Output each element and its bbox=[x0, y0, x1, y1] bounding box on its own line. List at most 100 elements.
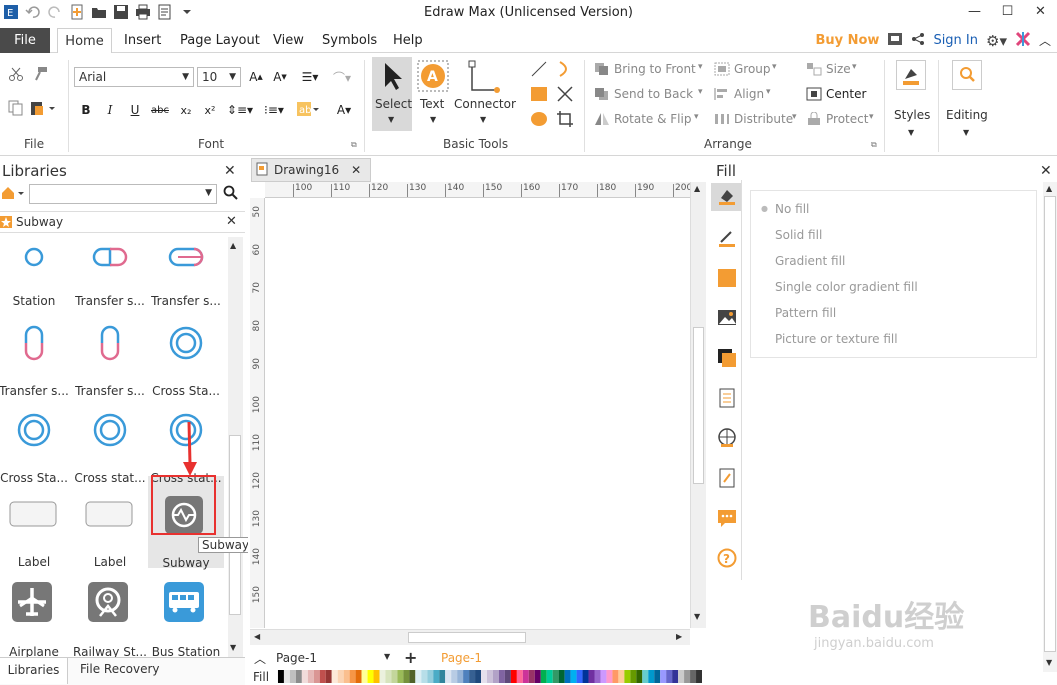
connector-tool-button[interactable]: Connector ▼ bbox=[454, 57, 516, 131]
sign-in-link[interactable]: Sign In bbox=[933, 33, 978, 48]
line-spacing-button[interactable]: ⇕≡▾ bbox=[226, 100, 254, 120]
tab-libraries[interactable]: Libraries bbox=[0, 658, 68, 684]
cart-icon[interactable] bbox=[887, 32, 903, 49]
color-swatch[interactable] bbox=[331, 670, 338, 683]
library-item-airplane[interactable]: Airplane bbox=[0, 580, 72, 659]
color-swatch[interactable] bbox=[672, 670, 679, 683]
library-section-header[interactable]: Subway ✕ bbox=[0, 211, 245, 233]
document-tab-close-icon[interactable]: ✕ bbox=[351, 163, 361, 177]
library-item-cross-station[interactable]: Cross Sta... bbox=[0, 412, 72, 485]
arrange-dialog-launcher-icon[interactable]: ⧉ bbox=[871, 140, 877, 150]
comment-icon[interactable] bbox=[717, 508, 737, 528]
color-swatch[interactable] bbox=[439, 670, 446, 683]
color-swatch[interactable] bbox=[469, 670, 476, 683]
color-swatch[interactable] bbox=[654, 670, 661, 683]
superscript-button[interactable]: x² bbox=[200, 100, 220, 120]
color-swatch[interactable] bbox=[576, 670, 583, 683]
page-selector-dropdown-icon[interactable]: ▼ bbox=[384, 652, 390, 661]
page-nav-up-icon[interactable]: ︿ bbox=[254, 650, 266, 667]
library-item-bus-station[interactable]: Bus Station bbox=[148, 580, 224, 659]
rotate-flip-dropdown-icon[interactable]: ▾ bbox=[694, 112, 699, 122]
send-to-back-icon[interactable] bbox=[594, 87, 610, 104]
color-swatch[interactable] bbox=[660, 670, 667, 683]
cut-icon[interactable] bbox=[8, 66, 24, 85]
fill-bucket-icon[interactable] bbox=[717, 186, 737, 206]
color-swatch[interactable] bbox=[367, 670, 374, 683]
group-dropdown-icon[interactable]: ▾ bbox=[772, 62, 777, 72]
color-swatch[interactable] bbox=[457, 670, 464, 683]
distribute-button[interactable]: Distribute bbox=[734, 112, 793, 126]
share-icon[interactable] bbox=[911, 32, 925, 49]
align-text-button[interactable]: ☰▾ bbox=[296, 67, 324, 87]
color-swatch[interactable] bbox=[373, 670, 380, 683]
send-to-back-button[interactable]: Send to Back bbox=[614, 87, 693, 101]
library-scroll-thumb[interactable] bbox=[229, 435, 241, 615]
canvas-hscroll-thumb[interactable] bbox=[408, 632, 526, 643]
send-to-back-dropdown-icon[interactable]: ▾ bbox=[698, 87, 703, 97]
menu-home[interactable]: Home bbox=[57, 28, 112, 54]
color-swatch[interactable] bbox=[612, 670, 619, 683]
color-swatch[interactable] bbox=[522, 670, 529, 683]
menu-symbols[interactable]: Symbols bbox=[322, 33, 377, 48]
styles-button[interactable]: Styles bbox=[894, 108, 930, 122]
bullets-button[interactable]: ⁝≡▾ bbox=[260, 100, 288, 120]
color-swatch[interactable] bbox=[582, 670, 589, 683]
center-icon[interactable] bbox=[806, 87, 822, 104]
color-swatch[interactable] bbox=[666, 670, 673, 683]
crop-tool-icon[interactable] bbox=[556, 110, 574, 131]
library-item-transfer-station[interactable]: Transfer s... bbox=[72, 325, 148, 398]
color-swatch[interactable] bbox=[391, 670, 398, 683]
font-name-dropdown[interactable]: Arial ▼ bbox=[74, 67, 194, 87]
page-selector[interactable]: Page-1 bbox=[276, 651, 317, 665]
color-swatch[interactable] bbox=[385, 670, 392, 683]
bold-button[interactable]: B bbox=[76, 100, 96, 120]
color-swatch[interactable] bbox=[510, 670, 517, 683]
shadow-icon[interactable] bbox=[717, 348, 737, 368]
line-tool-icon[interactable] bbox=[530, 60, 548, 81]
color-swatch[interactable] bbox=[337, 670, 344, 683]
library-item-label-shape[interactable]: Label bbox=[72, 498, 148, 569]
size-icon[interactable] bbox=[806, 62, 822, 79]
color-swatch[interactable] bbox=[498, 670, 505, 683]
editing-button[interactable]: Editing bbox=[946, 108, 988, 122]
collapse-ribbon-icon[interactable]: ︿ bbox=[1039, 32, 1051, 49]
fill-option-no-fill[interactable]: No fill bbox=[775, 202, 809, 216]
library-item-railway-station[interactable]: Railway St... bbox=[72, 580, 148, 659]
color-swatch[interactable] bbox=[552, 670, 559, 683]
color-swatch[interactable] bbox=[283, 670, 290, 683]
buy-now-link[interactable]: Buy Now bbox=[815, 33, 879, 48]
format-painter-icon[interactable] bbox=[32, 66, 48, 85]
library-item-transfer-station[interactable]: Transfer s... bbox=[0, 325, 72, 398]
color-swatch[interactable] bbox=[642, 670, 649, 683]
editing-search-icon[interactable] bbox=[952, 60, 982, 90]
line-style-icon[interactable] bbox=[717, 228, 737, 248]
restore-icon[interactable]: ☐ bbox=[991, 0, 1024, 22]
canvas-vertical-scrollbar[interactable]: ▲ ▼ bbox=[690, 182, 706, 628]
text-curve-button[interactable]: ⌒▾ bbox=[328, 67, 356, 87]
bring-to-front-dropdown-icon[interactable]: ▾ bbox=[698, 62, 703, 72]
color-swatch[interactable] bbox=[594, 670, 601, 683]
library-item-label-shape[interactable]: Label bbox=[0, 498, 72, 569]
underline-button[interactable]: U bbox=[125, 100, 145, 120]
styles-icon[interactable] bbox=[896, 60, 926, 90]
rotate-flip-icon[interactable] bbox=[594, 112, 610, 129]
bring-to-front-button[interactable]: Bring to Front bbox=[614, 62, 696, 76]
cross-tool-icon[interactable] bbox=[556, 85, 574, 106]
color-swatch[interactable] bbox=[415, 670, 422, 683]
color-swatch[interactable] bbox=[481, 670, 487, 683]
canvas-horizontal-scrollbar[interactable]: ◀ ▶ bbox=[250, 629, 690, 645]
color-swatch[interactable] bbox=[487, 670, 493, 683]
tab-file-recovery[interactable]: File Recovery bbox=[80, 662, 160, 676]
subscript-button[interactable]: x₂ bbox=[176, 100, 196, 120]
color-swatch[interactable] bbox=[433, 670, 440, 683]
color-swatch[interactable] bbox=[349, 670, 356, 683]
fill-panel-close-icon[interactable]: ✕ bbox=[1040, 163, 1052, 179]
protect-dropdown-icon[interactable]: ▾ bbox=[869, 112, 874, 122]
color-swatch[interactable] bbox=[301, 670, 308, 683]
group-icon[interactable] bbox=[714, 62, 730, 79]
color-swatch[interactable] bbox=[624, 670, 631, 683]
library-item-cross-station[interactable]: Cross stat... bbox=[72, 412, 148, 485]
color-swatch[interactable] bbox=[319, 670, 326, 683]
color-swatch[interactable] bbox=[696, 670, 702, 683]
color-swatch[interactable] bbox=[355, 670, 362, 683]
